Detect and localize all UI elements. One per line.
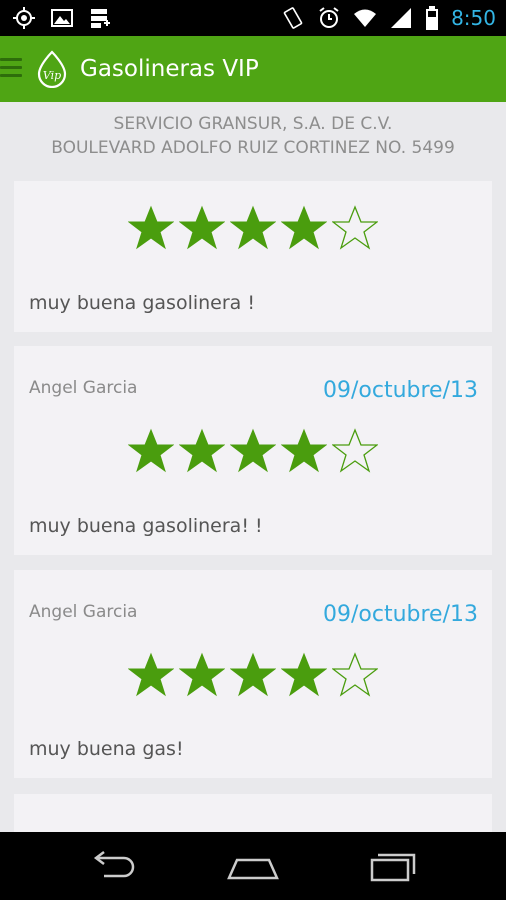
alarm-icon: [319, 7, 339, 28]
review-card: muy buena gasolinera !: [14, 181, 492, 332]
rotation-icon: [283, 7, 303, 29]
star-empty-icon: [332, 652, 378, 697]
review-date: 09/octubre/13: [323, 378, 478, 403]
star-filled-icon: [128, 652, 174, 697]
review-comment: muy buena gasolinera! !: [29, 515, 263, 537]
star-filled-icon: [281, 428, 327, 473]
star-empty-icon: [332, 428, 378, 473]
navigation-bar: [0, 832, 506, 900]
review-comment: muy buena gas!: [29, 738, 184, 760]
signal-icon: [391, 8, 412, 28]
star-filled-icon: [128, 428, 174, 473]
status-bar: 8:50: [0, 0, 506, 36]
star-filled-icon: [179, 205, 225, 250]
clock: 8:50: [451, 6, 496, 30]
star-filled-icon: [281, 652, 327, 697]
review-card: Angel Garcia 09/octubre/13 muy buena gas…: [14, 570, 492, 778]
star-filled-icon: [230, 428, 276, 473]
star-filled-icon: [128, 205, 174, 250]
star-filled-icon: [281, 205, 327, 250]
recent-apps-icon[interactable]: [366, 848, 422, 884]
star-filled-icon: [230, 205, 276, 250]
gps-icon: [13, 7, 35, 29]
star-empty-icon: [332, 205, 378, 250]
review-comment: muy buena gasolinera !: [29, 292, 255, 314]
battery-icon: [426, 6, 439, 30]
home-icon[interactable]: [225, 848, 281, 884]
rating-stars: [14, 652, 492, 698]
action-bar: Vip Gasolineras VIP: [0, 36, 506, 102]
app-logo-icon[interactable]: Vip: [35, 50, 69, 88]
rating-stars: [14, 205, 492, 251]
storage-icon: [91, 9, 110, 28]
station-name: SERVICIO GRANSUR, S.A. DE C.V.: [113, 114, 393, 134]
wifi-icon: [354, 9, 377, 27]
image-icon: [51, 9, 73, 27]
review-card: Angel Garcia 09/octubre/13 muy buena gas…: [14, 346, 492, 555]
review-date: 09/octubre/13: [323, 602, 478, 627]
station-header: SERVICIO GRANSUR, S.A. DE C.V. BOULEVARD…: [0, 112, 506, 160]
star-filled-icon: [179, 428, 225, 473]
app-logo-text: Vip: [43, 69, 61, 82]
review-author: Angel Garcia: [29, 378, 138, 398]
station-address: BOULEVARD ADOLFO RUIZ CORTINEZ NO. 5499: [51, 138, 455, 158]
app-title: Gasolineras VIP: [80, 56, 259, 82]
review-author: Angel Garcia: [29, 602, 138, 622]
menu-icon[interactable]: [0, 58, 22, 80]
star-filled-icon: [230, 652, 276, 697]
back-icon[interactable]: [84, 848, 140, 884]
rating-stars: [14, 428, 492, 474]
review-card-partial: [14, 794, 492, 832]
star-filled-icon: [179, 652, 225, 697]
